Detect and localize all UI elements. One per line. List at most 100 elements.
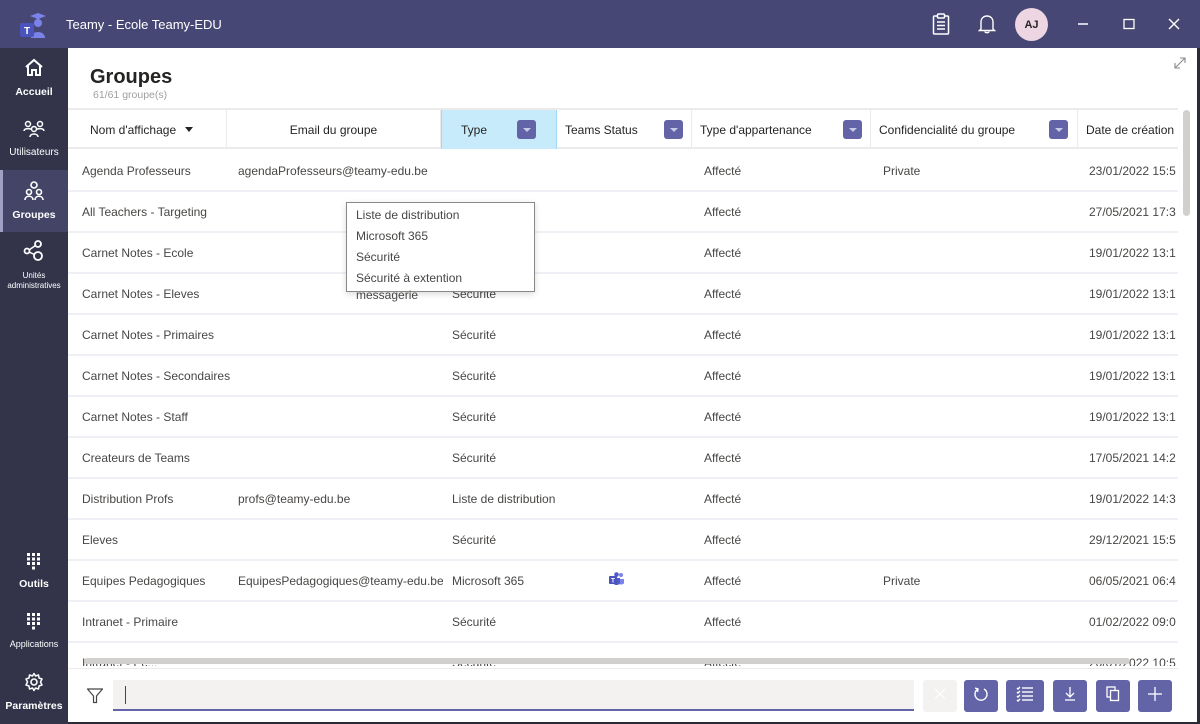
column-header-membership[interactable]: Type d'appartenance <box>692 110 871 149</box>
teams-status-cell <box>608 315 648 354</box>
sidebar-item-applications[interactable]: Applications <box>0 612 68 652</box>
sidebar-item-label: Applications <box>9 639 59 649</box>
sidebar-item-label: Utilisateurs <box>9 147 59 158</box>
column-header-privacy[interactable]: Confidencialité du groupe <box>871 110 1078 149</box>
sidebar-item-label: Outils <box>19 578 49 590</box>
email-cell: profs@teamy-edu.be <box>238 491 351 506</box>
close-icon[interactable] <box>1159 12 1189 36</box>
name-cell: Carnet Notes - Ecole <box>82 245 194 260</box>
privacy-cell <box>883 520 1073 559</box>
column-header-nom[interactable]: Nom d'affichage <box>68 110 227 149</box>
type-cell: Sécurité <box>452 614 497 629</box>
teams-status-cell <box>608 233 648 272</box>
horizontal-scrollbar[interactable] <box>84 658 1130 664</box>
clear-button[interactable] <box>923 680 957 712</box>
column-label: Type d'appartenance <box>700 122 812 137</box>
column-header-email[interactable]: Email du groupe <box>227 110 441 149</box>
name-cell: Carnet Notes - Eleves <box>82 286 200 301</box>
created-cell: 17/05/2021 14:2 <box>1089 450 1176 465</box>
text-caret <box>125 686 126 704</box>
created-cell: 27/05/2021 17:3 <box>1089 204 1176 219</box>
table-row[interactable]: Intranet - Primaire Sécurité Affecté 01/02/… <box>68 602 1178 643</box>
download-button[interactable] <box>1053 680 1087 712</box>
filter-dropdown-icon[interactable] <box>664 120 683 139</box>
teams-status-cell <box>608 479 648 518</box>
type-cell: Sécurité <box>452 368 497 383</box>
sidebar-item-outils[interactable]: Outils <box>0 552 68 592</box>
dropdown-option[interactable]: Sécurité à extention messagerie <box>347 268 534 302</box>
table-row[interactable]: Carnet Notes - Secondaires Sécurité Affect… <box>68 356 1178 397</box>
teams-status-cell <box>608 274 648 313</box>
table-row[interactable]: All Teachers - Targeting Affecté 27/05/202… <box>68 192 1178 233</box>
membership-cell: Affecté <box>704 573 742 588</box>
search-input[interactable] <box>113 680 914 711</box>
table-row[interactable]: Agenda Professeurs agendaProfesseurs@team… <box>68 151 1178 192</box>
table-row[interactable]: Carnet Notes - Ecole Sécurité Affecté 19/01… <box>68 233 1178 274</box>
filter-dropdown-icon[interactable] <box>517 120 536 139</box>
sidebar-item-groupes[interactable]: Groupes <box>0 170 68 232</box>
add-icon <box>1147 686 1163 707</box>
privacy-cell <box>883 233 1073 272</box>
membership-cell: Affecté <box>704 204 742 219</box>
sidebar-item-utilisateurs[interactable]: Utilisateurs <box>0 120 68 170</box>
table-row[interactable]: Carnet Notes - Eleves Sécurité Affecté 19/0… <box>68 274 1178 315</box>
refresh-button[interactable] <box>964 680 998 712</box>
type-cell: Sécurité <box>452 409 497 424</box>
sidebar-item-label: Paramètres <box>5 700 63 712</box>
membership-cell: Affecté <box>704 450 742 465</box>
column-header-teams-status[interactable]: Teams Status <box>557 110 692 149</box>
add-button[interactable] <box>1138 680 1172 712</box>
svg-text:T: T <box>611 578 615 585</box>
name-cell: Equipes Pedagogiques <box>82 573 206 588</box>
minimize-icon[interactable] <box>1068 12 1098 36</box>
grid-icon <box>26 612 42 635</box>
sidebar-item-label: Groupes <box>12 209 56 221</box>
membership-cell: Affecté <box>704 491 742 506</box>
checklist-button[interactable] <box>1006 680 1044 712</box>
copy-button[interactable] <box>1096 680 1130 712</box>
filter-dropdown-icon[interactable] <box>843 120 862 139</box>
teams-icon: T <box>608 572 625 589</box>
sidebar-item-parametres[interactable]: Paramètres <box>0 672 68 712</box>
created-cell: 29/12/2021 15:5 <box>1089 532 1176 547</box>
sidebar-item-accueil[interactable]: Accueil <box>0 58 68 110</box>
type-cell: Sécurité <box>452 450 497 465</box>
clipboard-icon[interactable] <box>929 12 953 36</box>
created-cell: 19/01/2022 13:1 <box>1089 286 1176 301</box>
column-header-created[interactable]: Date de création <box>1078 110 1178 149</box>
avatar[interactable]: AJ <box>1015 8 1048 41</box>
name-cell: Agenda Professeurs <box>82 163 191 178</box>
table-row[interactable]: Carnet Notes - Staff Sécurité Affecté 19/01… <box>68 397 1178 438</box>
privacy-cell: Private <box>883 573 921 588</box>
expand-icon[interactable] <box>1173 56 1187 70</box>
maximize-icon[interactable] <box>1114 12 1144 36</box>
teams-status-cell: T <box>608 561 648 600</box>
bell-icon[interactable] <box>975 12 999 36</box>
table-row[interactable]: Carnet Notes - Primaires Sécurité Affecté 1… <box>68 315 1178 356</box>
table-row[interactable]: Createurs de Teams Sécurité Affecté 17/05/2… <box>68 438 1178 479</box>
table-row[interactable]: Distribution Profs profs@teamy-edu.be List… <box>68 479 1178 520</box>
membership-cell: Affecté <box>704 368 742 383</box>
created-cell: 19/01/2022 13:1 <box>1089 368 1176 383</box>
created-cell: 23/01/2022 15:5 <box>1089 163 1176 178</box>
sort-desc-icon <box>185 127 194 132</box>
name-cell: Carnet Notes - Staff <box>82 409 188 424</box>
name-cell: Eleves <box>82 532 119 547</box>
column-label: Nom d'affichage <box>90 122 177 137</box>
vertical-scrollbar[interactable] <box>1183 110 1190 216</box>
sidebar-item-unites-administratives[interactable]: Unités administratives <box>0 240 68 292</box>
dropdown-option[interactable]: Sécurité <box>347 247 534 268</box>
privacy-cell <box>883 315 1073 354</box>
privacy-cell <box>883 602 1073 641</box>
table-row[interactable]: Eleves Sécurité Affecté 29/12/2021 15:5 <box>68 520 1178 561</box>
email-cell <box>238 438 443 477</box>
filter-dropdown-icon[interactable] <box>1049 120 1068 139</box>
type-filter-dropdown: Liste de distribution Microsoft 365 Sécu… <box>346 202 535 302</box>
sidebar-item-label: Unités administratives <box>7 271 61 290</box>
table-row[interactable]: Equipes Pedagogiques EquipesPedagogiques@… <box>68 561 1178 602</box>
dropdown-option[interactable]: Microsoft 365 <box>347 226 534 247</box>
dropdown-option[interactable]: Liste de distribution <box>347 205 534 226</box>
name-cell: Carnet Notes - Primaires <box>82 327 215 342</box>
column-header-type[interactable]: Type <box>441 110 557 149</box>
gear-icon <box>24 672 44 697</box>
